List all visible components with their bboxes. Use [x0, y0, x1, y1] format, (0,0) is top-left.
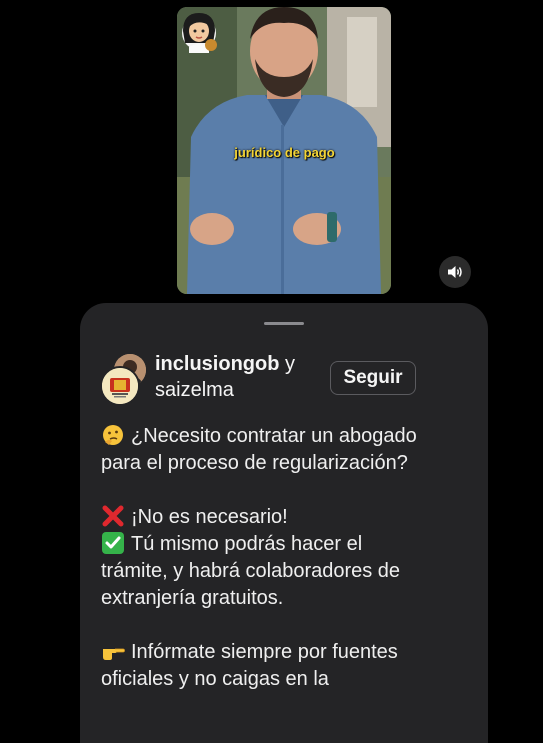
caption-line: ¿Necesito contratar un abogado [101, 423, 476, 450]
avatar-inclusiongob[interactable] [100, 366, 140, 406]
caption-question: ¿Necesito contratar un abogado para el p… [101, 423, 476, 477]
author-inclusiongob-link[interactable]: inclusiongob [155, 353, 279, 375]
caption-detail: Tú mismo podrás hacer el trámite, y habr… [101, 531, 476, 612]
sheet-grabber[interactable] [264, 322, 304, 325]
video-preview[interactable]: jurídico de pago [177, 7, 391, 294]
thinking-face-icon [103, 425, 123, 445]
woman-with-money-bag-icon [182, 13, 217, 53]
pointing-hand-icon [103, 648, 125, 660]
mute-toggle-button[interactable] [439, 256, 471, 288]
speaker-icon [448, 266, 462, 278]
post-caption: ¿Necesito contratar un abogado para el p… [101, 423, 476, 720]
caption-line: extranjería gratuitos. [101, 587, 284, 609]
caption-line: trámite, y habrá colaboradores de [101, 560, 401, 582]
caption-line: Infórmate siempre por fuentes [101, 639, 476, 666]
caption-answer: ¡No es necesario! [101, 504, 476, 531]
author-connector: y [279, 353, 295, 375]
author-saizelma-link[interactable]: saizelma [155, 379, 234, 401]
caption-advice: Infórmate siempre por fuentes oficiales … [101, 639, 476, 693]
post-details-sheet: inclusiongob y saizelma Seguir ¿Necesito… [80, 303, 488, 743]
post-authors: inclusiongob y saizelma [155, 351, 325, 403]
caption-line: oficiales y no caigas en la [101, 668, 329, 690]
follow-button[interactable]: Seguir [330, 361, 416, 395]
author-avatars[interactable] [100, 352, 150, 406]
caption-line: ¡No es necesario! [101, 504, 476, 531]
government-seal-icon [102, 368, 138, 404]
video-caption-overlay: jurídico de pago [234, 145, 335, 160]
cross-mark-icon [102, 505, 124, 527]
check-mark-icon [102, 532, 124, 554]
caption-line: Tú mismo podrás hacer el [101, 531, 476, 558]
caption-line: para el proceso de regularización? [101, 452, 408, 474]
